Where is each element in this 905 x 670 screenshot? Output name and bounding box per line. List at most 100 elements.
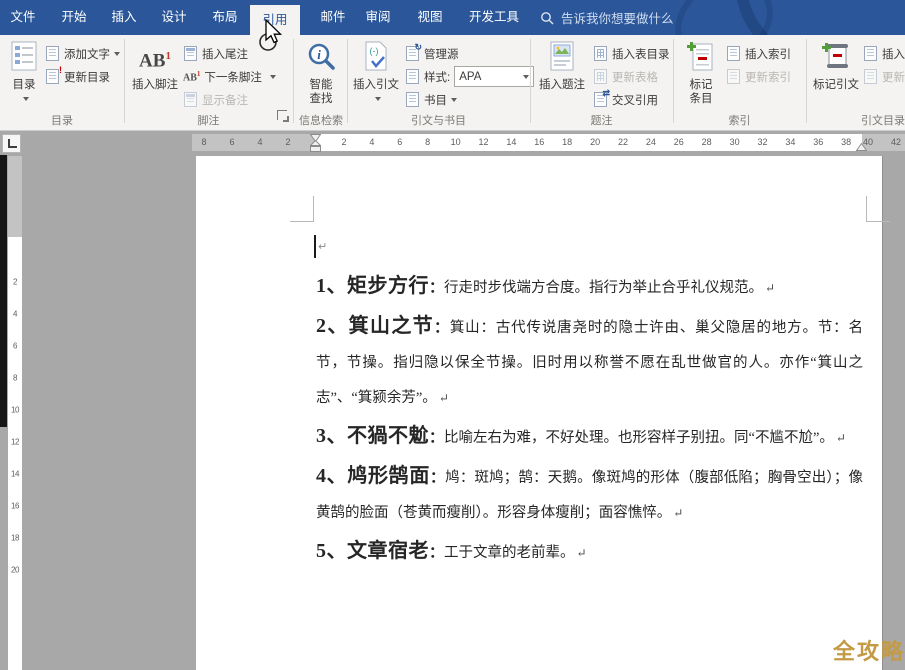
- paragraph-mark: ↵: [439, 391, 449, 405]
- insert-index-icon: [727, 46, 740, 61]
- insert-footnote-button[interactable]: AB1 插入脚注: [130, 38, 180, 126]
- insert-caption-icon: [536, 38, 588, 78]
- arrow-badge: ↻: [414, 43, 422, 52]
- update-toa-label: 更新引文目录: [882, 69, 905, 85]
- tab-design[interactable]: 设计: [152, 0, 196, 35]
- group-divider: [673, 39, 674, 123]
- margin-corner-mark: [290, 221, 314, 222]
- smart-lookup-label-line1: 智能: [297, 78, 345, 92]
- ruler-number: 6: [8, 342, 22, 351]
- definition-text: 行走时步伐端方合度。指行为举止合乎礼仪规范。: [444, 280, 763, 296]
- text-cursor: [314, 235, 316, 258]
- tab-view[interactable]: 视图: [408, 0, 452, 35]
- manage-sources-label: 管理源: [424, 46, 459, 62]
- insert-citation-button[interactable]: (-) 插入引文: [352, 38, 400, 126]
- insert-table-of-figures-button[interactable]: 插入表目录: [594, 43, 670, 64]
- update-toc-label: 更新目录: [64, 69, 110, 85]
- bibliography-button[interactable]: 书目: [406, 89, 457, 110]
- add-text-icon: [46, 46, 59, 61]
- insert-citation-label: 插入引文: [352, 78, 400, 92]
- paragraph[interactable]: 3、不猧不魀：比喻左右为难，不好处理。也形容样子别扭。同“不尴不尬”。↵: [316, 419, 863, 456]
- insert-table-of-authorities-button[interactable]: 插入引文目录: [864, 43, 905, 64]
- toc-group-label: 目录: [0, 114, 124, 128]
- group-divider: [293, 39, 294, 123]
- heading-colon: ：: [429, 280, 444, 296]
- ab-glyph: AB: [139, 50, 165, 71]
- manage-sources-button[interactable]: ↻ 管理源: [406, 43, 459, 64]
- insert-caption-button[interactable]: 插入题注: [536, 38, 588, 126]
- vertical-ruler-text-area: [8, 237, 22, 670]
- right-indent-marker[interactable]: [856, 143, 867, 151]
- insert-endnote-label: 插入尾注: [202, 46, 248, 62]
- cross-reference-button[interactable]: ⇄ 交叉引用: [594, 89, 658, 110]
- citations-group-label: 引文与书目: [347, 114, 530, 128]
- mark-entry-button[interactable]: 标记 条目: [679, 38, 723, 126]
- tab-review[interactable]: 审阅: [356, 0, 400, 35]
- update-toa-icon: [864, 69, 877, 84]
- chevron-down-icon: [23, 97, 29, 101]
- add-text-button[interactable]: 添加文字: [46, 43, 120, 64]
- ab-glyph: AB: [183, 72, 197, 83]
- show-notes-button: 显示备注: [184, 89, 248, 110]
- bibliography-label: 书目: [424, 92, 447, 108]
- svg-text:(-): (-): [370, 46, 379, 56]
- margin-corner-mark: [313, 196, 314, 222]
- tab-home[interactable]: 开始: [52, 0, 96, 35]
- vertical-ruler[interactable]: 2468101214161820: [8, 156, 22, 670]
- update-toc-button[interactable]: ! 更新目录: [46, 66, 110, 87]
- ruler-number: 42: [891, 134, 901, 151]
- paragraph[interactable]: 2、箕山之节：箕山：古代传说唐尧时的隐士许由、巢父隐居的地方。节：名节，节操。指…: [316, 309, 863, 416]
- references-ribbon: 目录 添加文字 ! 更新目录 目录 AB1 插入脚注 插入尾注 AB1 下一条脚…: [0, 35, 905, 131]
- tab-mailings[interactable]: 邮件: [311, 0, 355, 35]
- paragraph[interactable]: 5、文章宿老：工于文章的老前辈。↵: [316, 534, 863, 571]
- hanging-indent-marker[interactable]: [310, 140, 321, 152]
- tab-insert[interactable]: 插入: [102, 0, 146, 35]
- tab-developer[interactable]: 开发工具: [466, 0, 522, 35]
- citation-style-select[interactable]: APA: [454, 66, 534, 87]
- manage-sources-icon: ↻: [406, 46, 419, 61]
- smart-lookup-label-line2: 查找: [297, 92, 345, 106]
- update-index-icon: [727, 69, 740, 84]
- group-divider: [124, 39, 125, 123]
- next-footnote-button[interactable]: AB1 下一条脚注: [183, 66, 276, 87]
- group-divider: [530, 39, 531, 123]
- smart-lookup-button[interactable]: i 智能 查找: [297, 38, 345, 126]
- paragraph[interactable]: 1、矩步方行：行走时步伐端方合度。指行为举止合乎礼仪规范。↵: [316, 269, 863, 306]
- insert-index-button[interactable]: 插入索引: [727, 43, 791, 64]
- insert-endnote-icon: [184, 46, 197, 61]
- bibliography-icon: [406, 92, 419, 107]
- watermark: 全攻略: [833, 634, 905, 666]
- mark-citation-button[interactable]: 标记引文: [812, 38, 860, 126]
- insert-toa-label: 插入引文目录: [882, 46, 905, 62]
- cross-reference-label: 交叉引用: [612, 92, 658, 108]
- ruler-number: 2: [8, 278, 22, 287]
- definition-text: 比喻左右为难，不好处理。也形容样子别扭。同“不尴不尬”。: [444, 430, 834, 446]
- toc-button-label: 目录: [3, 78, 45, 92]
- margin-corner-mark: [866, 221, 890, 222]
- chevron-down-icon: [523, 75, 529, 79]
- insert-table-of-figures-label: 插入表目录: [612, 46, 670, 62]
- paragraph[interactable]: 4、鸠形鹄面：鸠：斑鸠；鹄：天鹅。像斑鸠的形体（腹部低陷；胸骨空出）；像黄鹄的脸…: [316, 459, 863, 531]
- tell-me-search[interactable]: 告诉我你想要做什么: [540, 0, 674, 35]
- margin-corner-mark: [866, 196, 867, 222]
- insert-endnote-button[interactable]: 插入尾注: [184, 43, 248, 64]
- ruler-number: 18: [8, 534, 22, 543]
- tab-file[interactable]: 文件: [2, 0, 44, 35]
- paragraph-mark: ↵: [318, 240, 327, 253]
- paragraph-mark: ↵: [673, 506, 683, 520]
- tab-references[interactable]: 引用: [250, 5, 300, 35]
- svg-text:i: i: [317, 47, 321, 62]
- paragraph-mark: ↵: [577, 546, 587, 560]
- table-of-contents-button[interactable]: 目录: [3, 38, 45, 126]
- cross-reference-icon: ⇄: [594, 92, 607, 107]
- ribbon-tab-bar: 文件 开始 插入 设计 布局 引用 邮件 审阅 视图 开发工具 告诉我你想要做什…: [0, 0, 905, 35]
- ruler-number: 10: [8, 406, 22, 415]
- citation-style-row: 样式: APA: [406, 66, 534, 87]
- update-index-label: 更新索引: [745, 69, 791, 85]
- insert-toa-icon: [864, 46, 877, 61]
- chevron-down-icon: [375, 97, 381, 101]
- titlebar-decoration: [711, 0, 905, 35]
- ruler-number: 14: [8, 470, 22, 479]
- tab-layout[interactable]: 布局: [203, 0, 247, 35]
- document-text: 1、矩步方行：行走时步伐端方合度。指行为举止合乎礼仪规范。↵ 2、箕山之节：箕山…: [316, 269, 863, 574]
